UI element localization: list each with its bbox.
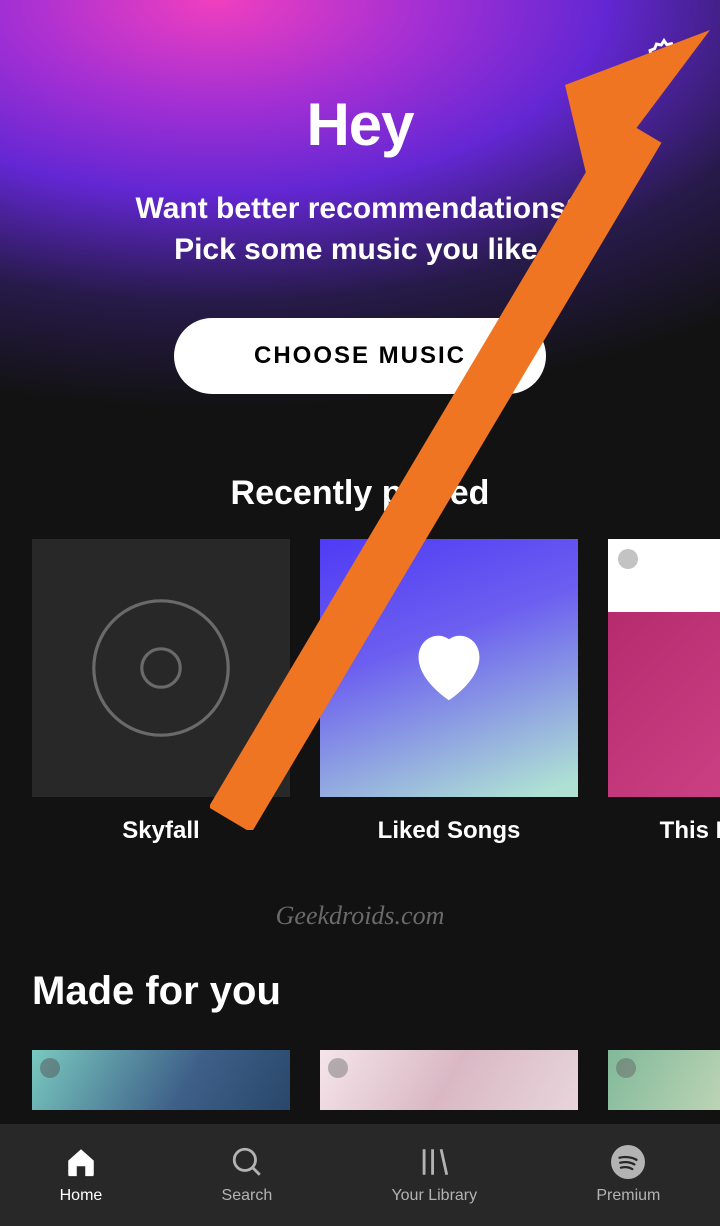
heart-icon [406, 625, 492, 711]
spotify-icon [618, 549, 638, 569]
spotify-icon [616, 1058, 636, 1078]
made-for-you-item[interactable] [608, 1050, 720, 1110]
home-icon [64, 1145, 98, 1179]
spotify-icon [611, 1145, 645, 1179]
recently-played-item[interactable]: T The W This Is The W [608, 539, 720, 845]
album-art-disc [32, 539, 290, 797]
nav-label: Home [60, 1187, 103, 1205]
card-label: This Is The W [660, 817, 720, 845]
card-label: Liked Songs [378, 817, 521, 845]
settings-button[interactable] [642, 36, 686, 80]
greeting-title: Hey [306, 90, 413, 159]
disc-icon [81, 588, 241, 748]
made-for-you-row [0, 1050, 720, 1110]
hero-subtitle: Want better recommendations? Pick some m… [96, 189, 625, 270]
made-for-you-item[interactable] [32, 1050, 290, 1110]
spotify-icon [328, 1058, 348, 1078]
album-art-liked [320, 539, 578, 797]
made-for-you-title: Made for you [32, 969, 720, 1014]
album-art-thisis: T The W [608, 539, 720, 797]
bottom-nav: Home Search Your Library Premium [0, 1124, 720, 1226]
gear-icon [642, 36, 686, 80]
nav-library[interactable]: Your Library [391, 1145, 477, 1205]
nav-label: Your Library [391, 1187, 477, 1205]
library-icon [417, 1145, 451, 1179]
recently-played-item[interactable]: Skyfall [32, 539, 290, 845]
card-label: Skyfall [122, 817, 199, 845]
recently-played-title: Recently played [0, 474, 720, 513]
watermark-text: Geekdroids.com [0, 901, 720, 931]
nav-search[interactable]: Search [222, 1145, 273, 1205]
choose-music-button[interactable]: CHOOSE MUSIC [174, 318, 546, 394]
recently-played-item[interactable]: Liked Songs [320, 539, 578, 845]
recently-played-row: Skyfall Liked Songs T The W This Is The … [0, 539, 720, 845]
hero-banner: Hey Want better recommendations? Pick so… [0, 0, 720, 430]
nav-label: Search [222, 1187, 273, 1205]
artist-photo [608, 612, 720, 797]
nav-label: Premium [596, 1187, 660, 1205]
spotify-icon [40, 1058, 60, 1078]
nav-home[interactable]: Home [60, 1145, 103, 1205]
nav-premium[interactable]: Premium [596, 1145, 660, 1205]
search-icon [230, 1145, 264, 1179]
made-for-you-item[interactable] [320, 1050, 578, 1110]
